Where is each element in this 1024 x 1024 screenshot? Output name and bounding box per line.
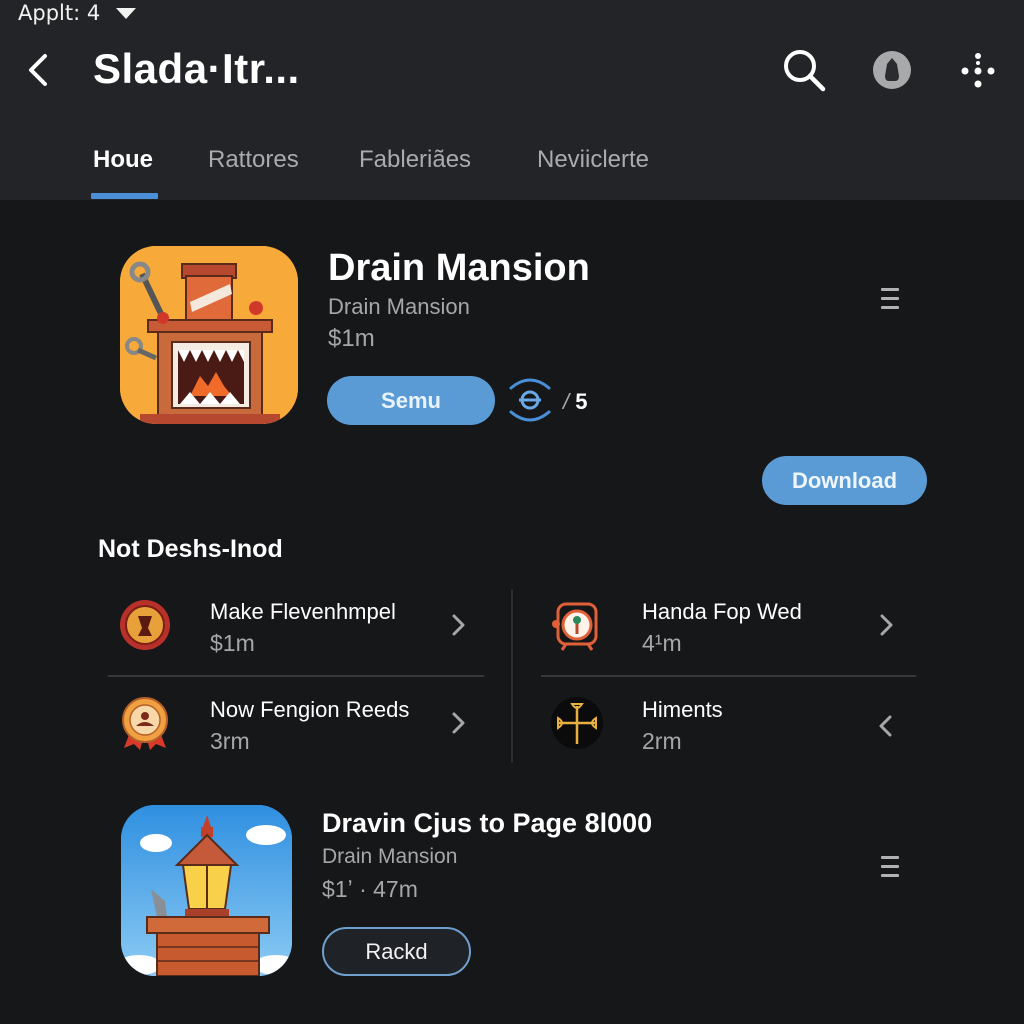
list-item-subtitle: 4¹m (642, 630, 682, 656)
status-text: Applt: 4 (18, 1, 101, 25)
chevron-left-icon (29, 54, 47, 86)
fireplace-icon (120, 246, 298, 424)
search-button[interactable] (778, 44, 830, 96)
app-header: Applt: 4 Slada·Itr... Houe Rattores Fabl… (0, 0, 1024, 200)
rating-number: 5 (575, 389, 588, 414)
medallion-icon (120, 600, 170, 650)
second-app-icon[interactable] (121, 805, 292, 976)
signal-dropdown-icon (116, 7, 137, 19)
featured-app-price: $1m (328, 325, 375, 352)
rating-sync-icon[interactable] (507, 374, 553, 426)
list-item-title: Now Fengion Reeds (210, 697, 410, 722)
chevron-right-icon (452, 614, 465, 636)
chevron-right-icon (880, 614, 893, 636)
more-dots-icon (961, 53, 995, 88)
list-item[interactable]: Himents 2rm (550, 688, 930, 778)
second-app-developer: Drain Mansion (322, 845, 458, 868)
tab-home[interactable]: Houe (93, 146, 153, 174)
tab-fableriaes[interactable]: Fableriães (359, 146, 471, 174)
page-title: Slada·Itr... (93, 45, 300, 92)
featured-menu-button[interactable] (881, 288, 899, 312)
section-title: Not Deshs-Inod (98, 535, 283, 563)
active-tab-indicator (91, 193, 158, 199)
semu-button[interactable]: Semu (327, 376, 495, 425)
rating-value: / 5 (563, 389, 588, 415)
lantern-tower-icon (121, 805, 292, 976)
featured-app-title: Drain Mansion (328, 247, 590, 289)
award-ribbon-icon (122, 697, 168, 750)
second-app-menu-button[interactable] (881, 856, 899, 880)
chevron-left-icon (879, 715, 892, 737)
list-item-title: Make Flevenhmpel (210, 599, 396, 624)
tab-rattores[interactable]: Rattores (208, 146, 299, 174)
tab-bar: Houe Rattores Fableriães Neviiclerte (0, 130, 1024, 200)
profile-icon (873, 51, 911, 89)
list-item[interactable]: Make Flevenhmpel $1m (118, 590, 498, 680)
clock-badge-icon (552, 602, 598, 651)
rating-separator: / (563, 389, 570, 414)
featured-app-developer: Drain Mansion (328, 294, 470, 319)
more-options-button[interactable] (952, 44, 1004, 96)
list-item-subtitle: 2rm (642, 728, 682, 754)
list-item[interactable]: Handa Fop Wed 4¹m (550, 590, 930, 680)
tab-neviiclerte[interactable]: Neviiclerte (537, 146, 649, 174)
list-item-subtitle: 3rm (210, 728, 250, 754)
second-app-title: Dravin Cjus to Page 8l000 (322, 808, 653, 838)
list-item[interactable]: Now Fengion Reeds 3rm (118, 688, 498, 778)
menu-icon (881, 288, 899, 309)
column-divider (511, 590, 513, 762)
back-button[interactable] (18, 50, 58, 90)
second-app-price: $1ʼ · 47m (322, 876, 418, 902)
status-bar: Applt: 4 (18, 0, 137, 26)
search-icon (784, 50, 826, 92)
divider (108, 675, 484, 677)
list-item-subtitle: $1m (210, 630, 255, 656)
rackd-button[interactable]: Rackd (322, 927, 471, 976)
featured-app-icon[interactable] (120, 246, 298, 424)
cross-emblem-icon (551, 697, 603, 749)
list-item-title: Handa Fop Wed (642, 599, 802, 624)
list-item-title: Himents (642, 697, 723, 722)
profile-button[interactable] (866, 44, 918, 96)
menu-icon (881, 856, 899, 877)
divider (541, 675, 916, 677)
download-button[interactable]: Download (762, 456, 927, 505)
chevron-right-icon (452, 712, 465, 734)
